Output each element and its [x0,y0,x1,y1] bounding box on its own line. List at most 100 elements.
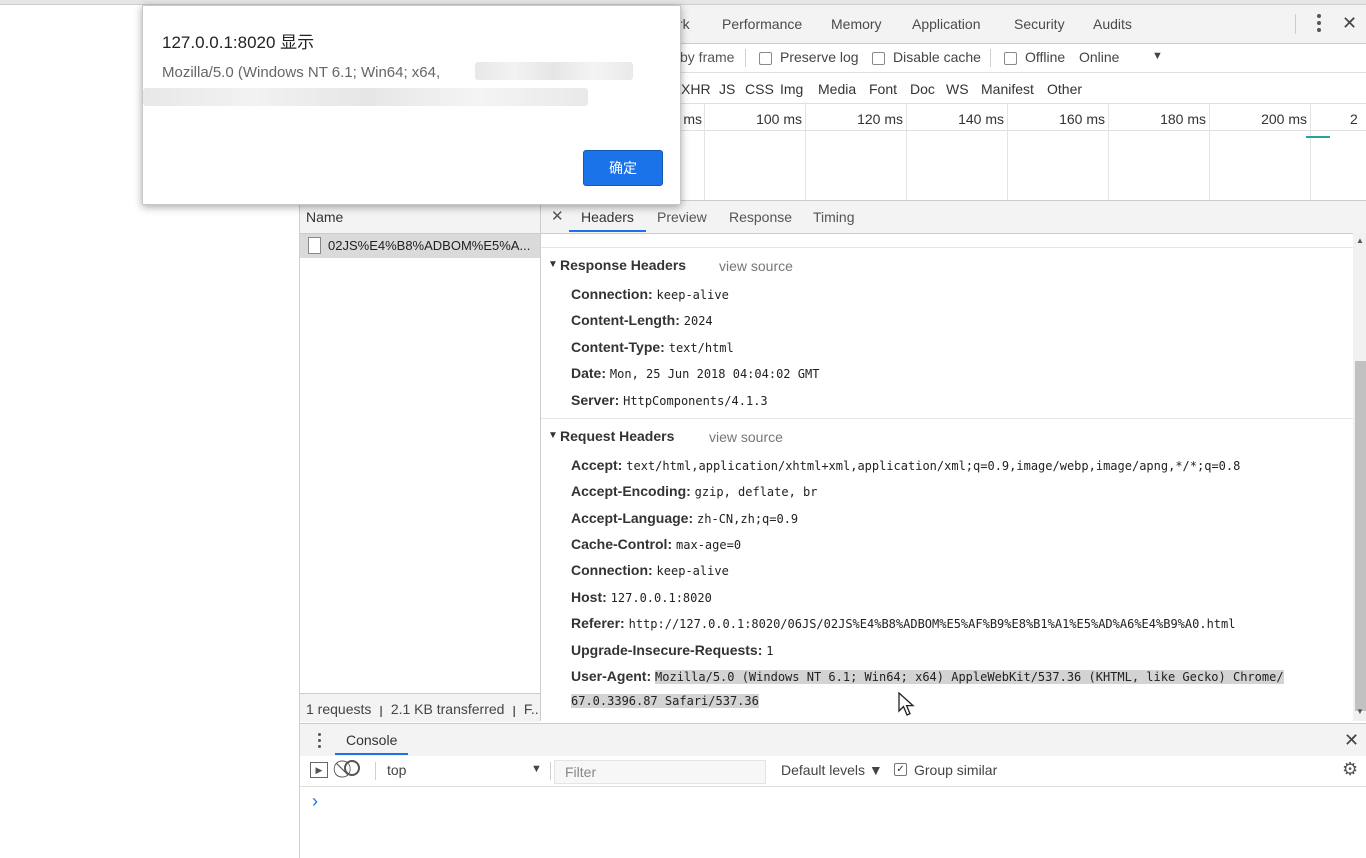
requests-name-header[interactable]: Name [300,201,540,234]
header-row: Cache-Control: max-age=0 [571,536,742,552]
filter-other[interactable]: Other [1047,81,1082,97]
scrollbar-thumb[interactable] [1355,361,1366,711]
group-by-frame-label: by frame [680,49,735,65]
filter-ws[interactable]: WS [946,81,969,97]
document-icon [308,237,321,254]
console-toolbar: ▶ ⃠ top ▼ Filter Default levels ▼ ✓ Grou… [300,756,1366,787]
timeline-tick-label: 180 ms [1160,111,1206,127]
user-agent-value-selected[interactable]: 67.0.3396.87 Safari/537.36 [571,694,759,708]
dialog-title: 127.0.0.1:8020 显示 [162,33,315,52]
request-headers-title[interactable]: Request Headers [560,428,674,444]
tab-performance[interactable]: Performance [722,16,802,32]
toolbar-separator [990,49,991,67]
header-row: Upgrade-Insecure-Requests: 1 [571,642,774,658]
timeline-tick-label: 2 [1350,111,1358,127]
user-agent-row: User-Agent: Mozilla/5.0 (Windows NT 6.1;… [571,668,1284,684]
request-summary: 1 requests ꞁ 2.1 KB transferred ꞁ F... [306,701,543,717]
triangle-down-icon[interactable]: ▼ [548,430,558,441]
offline-checkbox[interactable] [1004,52,1017,65]
active-tab-indicator [569,230,646,232]
request-row[interactable]: 02JS%E4%B8%ADBOM%E5%A... [300,234,540,258]
toolbar-separator [745,49,746,67]
tab-timing[interactable]: Timing [813,209,855,225]
timeline-gridline [805,104,806,200]
timeline-gridline [1209,104,1210,200]
triangle-down-icon[interactable]: ▼ [548,259,558,270]
filter-doc[interactable]: Doc [910,81,935,97]
timeline-tick-label: 140 ms [958,111,1004,127]
active-tab-indicator [335,753,408,755]
network-status-bar: 1 requests ꞁ 2.1 KB transferred ꞁ F... [300,693,543,722]
disable-cache-label: Disable cache [893,49,981,65]
disable-cache-checkbox[interactable] [872,52,885,65]
tab-security[interactable]: Security [1014,16,1065,32]
header-row: Content-Length: 2024 [571,312,713,328]
tab-console[interactable]: Console [346,732,397,748]
view-source-link[interactable]: view source [709,429,783,445]
timeline-tick-label: 100 ms [756,111,802,127]
user-agent-continuation: 67.0.3396.87 Safari/537.36 [571,692,759,708]
drawer-tabbar: Console ✕ [300,723,1366,757]
request-name: 02JS%E4%B8%ADBOM%E5%A... [328,238,531,253]
header-row: Referer: http://127.0.0.1:8020/06JS/02JS… [571,615,1236,631]
timeline-gridline [1108,104,1109,200]
gear-icon[interactable]: ⚙ [1342,759,1358,780]
sidebar-toggle-icon[interactable]: ▶ [310,762,328,778]
toolbar-separator [375,762,376,780]
scroll-up-icon[interactable]: ▲ [1356,236,1364,245]
console-prompt[interactable]: › [312,791,318,812]
response-headers-title[interactable]: Response Headers [560,257,686,273]
header-row: Accept: text/html,application/xhtml+xml,… [571,457,1241,473]
filter-font[interactable]: Font [869,81,897,97]
filter-js[interactable]: JS [719,81,735,97]
timeline-gridline [1310,104,1311,200]
filter-css[interactable]: CSS [745,81,774,97]
tab-headers[interactable]: Headers [581,209,634,225]
header-row: Content-Type: text/html [571,339,734,355]
redacted-text [475,62,633,80]
console-filter-input[interactable]: Filter [554,760,766,784]
preserve-log-checkbox[interactable] [759,52,772,65]
offline-label: Offline [1025,49,1066,65]
redacted-text [143,88,588,106]
throttling-select[interactable]: Online [1079,49,1119,65]
drawer-menu-icon[interactable] [318,733,322,749]
user-agent-value-selected[interactable]: Mozilla/5.0 (Windows NT 6.1; Win64; x64)… [655,670,1284,684]
filter-xhr[interactable]: XHR [681,81,711,97]
view-source-link[interactable]: view source [719,258,793,274]
chevron-down-icon[interactable]: ▼ [1152,50,1163,62]
log-levels-select[interactable]: Default levels ▼ [781,762,883,778]
tab-audits[interactable]: Audits [1093,16,1132,32]
header-row: Accept-Encoding: gzip, deflate, br [571,483,818,499]
tab-response[interactable]: Response [729,209,792,225]
filter-media[interactable]: Media [818,81,856,97]
clear-console-icon[interactable] [344,760,360,776]
close-drawer-icon[interactable]: ✕ [1344,730,1359,751]
group-similar-checkbox[interactable]: ✓ [894,763,907,776]
close-devtools-icon[interactable]: ✕ [1342,13,1357,34]
alert-dialog: 127.0.0.1:8020 显示 Mozilla/5.0 (Windows N… [142,5,681,205]
ok-button[interactable]: 确定 [583,150,663,186]
filter-img[interactable]: Img [780,81,803,97]
header-row: Accept-Language: zh-CN,zh;q=0.9 [571,510,799,526]
timeline-request-bar [1306,136,1330,138]
kebab-menu-icon[interactable] [1312,11,1326,35]
tab-application[interactable]: Application [912,16,981,32]
header-row: Host: 127.0.0.1:8020 [571,589,712,605]
timeline-gridline [1007,104,1008,200]
tab-preview[interactable]: Preview [657,209,707,225]
mouse-cursor-icon [898,692,915,716]
filter-manifest[interactable]: Manifest [981,81,1034,97]
tab-memory[interactable]: Memory [831,16,882,32]
scroll-down-icon[interactable]: ▼ [1356,707,1364,716]
preserve-log-label: Preserve log [780,49,859,65]
context-select[interactable]: top [387,762,406,778]
detail-tabbar: ✕ Headers Preview Response Timing [541,201,1366,234]
detail-scrollbar[interactable]: ▲ ▼ [1353,233,1366,721]
timeline-gridline [906,104,907,200]
close-detail-icon[interactable]: ✕ [551,207,564,225]
chevron-down-icon[interactable]: ▼ [531,763,542,775]
header-row: Date: Mon, 25 Jun 2018 04:04:02 GMT [571,365,820,381]
timeline-gridline [704,104,705,200]
header-row: Connection: keep-alive [571,562,729,578]
